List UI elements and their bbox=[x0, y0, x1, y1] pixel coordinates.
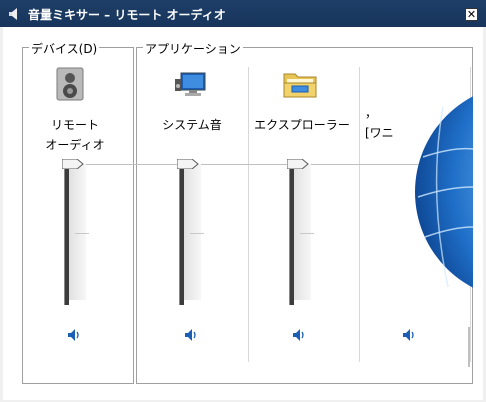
device-volume-thumb[interactable] bbox=[62, 159, 84, 169]
explorer-volume-track[interactable] bbox=[289, 169, 294, 305]
mixer-client-area: デバイス(D) アプリケーション リモート オーディオ システム音 エクスプロー… bbox=[3, 27, 483, 400]
explorer-mute-button[interactable] bbox=[291, 327, 307, 343]
explorer-volume-thumb[interactable] bbox=[287, 159, 309, 169]
explorer-folder-icon bbox=[283, 73, 317, 98]
system-sounds-volume-thumb[interactable] bbox=[177, 159, 199, 169]
speaker-device-icon bbox=[56, 67, 84, 101]
device-volume-track[interactable] bbox=[64, 169, 69, 305]
mixer-scroll-edge bbox=[468, 327, 470, 367]
device-mute-button[interactable] bbox=[66, 327, 82, 343]
device-name: リモート オーディオ bbox=[45, 118, 105, 152]
system-sounds-icon bbox=[175, 72, 206, 96]
app-name-third: ， [ワニ bbox=[365, 106, 394, 140]
application-group-label: アプリケーション bbox=[143, 40, 243, 57]
volume-tick bbox=[190, 233, 204, 234]
third-app-mute-button[interactable] bbox=[401, 327, 417, 343]
column-separator bbox=[248, 67, 249, 362]
volume-tick bbox=[75, 233, 89, 234]
speaker-icon bbox=[9, 8, 17, 20]
level-link-line bbox=[63, 164, 469, 165]
title-bar: 音量ミキサー – リモート オーディオ ✕ bbox=[0, 0, 486, 27]
window-title: 音量ミキサー – リモート オーディオ bbox=[28, 8, 226, 22]
close-button[interactable]: ✕ bbox=[465, 8, 478, 21]
device-group-label: デバイス(D) bbox=[29, 40, 100, 57]
globe-icon bbox=[415, 96, 473, 288]
system-sounds-volume-track[interactable] bbox=[179, 169, 184, 305]
app-name-system-sounds: システム音 bbox=[162, 118, 222, 132]
system-sounds-mute-button[interactable] bbox=[183, 327, 199, 343]
volume-tick bbox=[300, 233, 314, 234]
